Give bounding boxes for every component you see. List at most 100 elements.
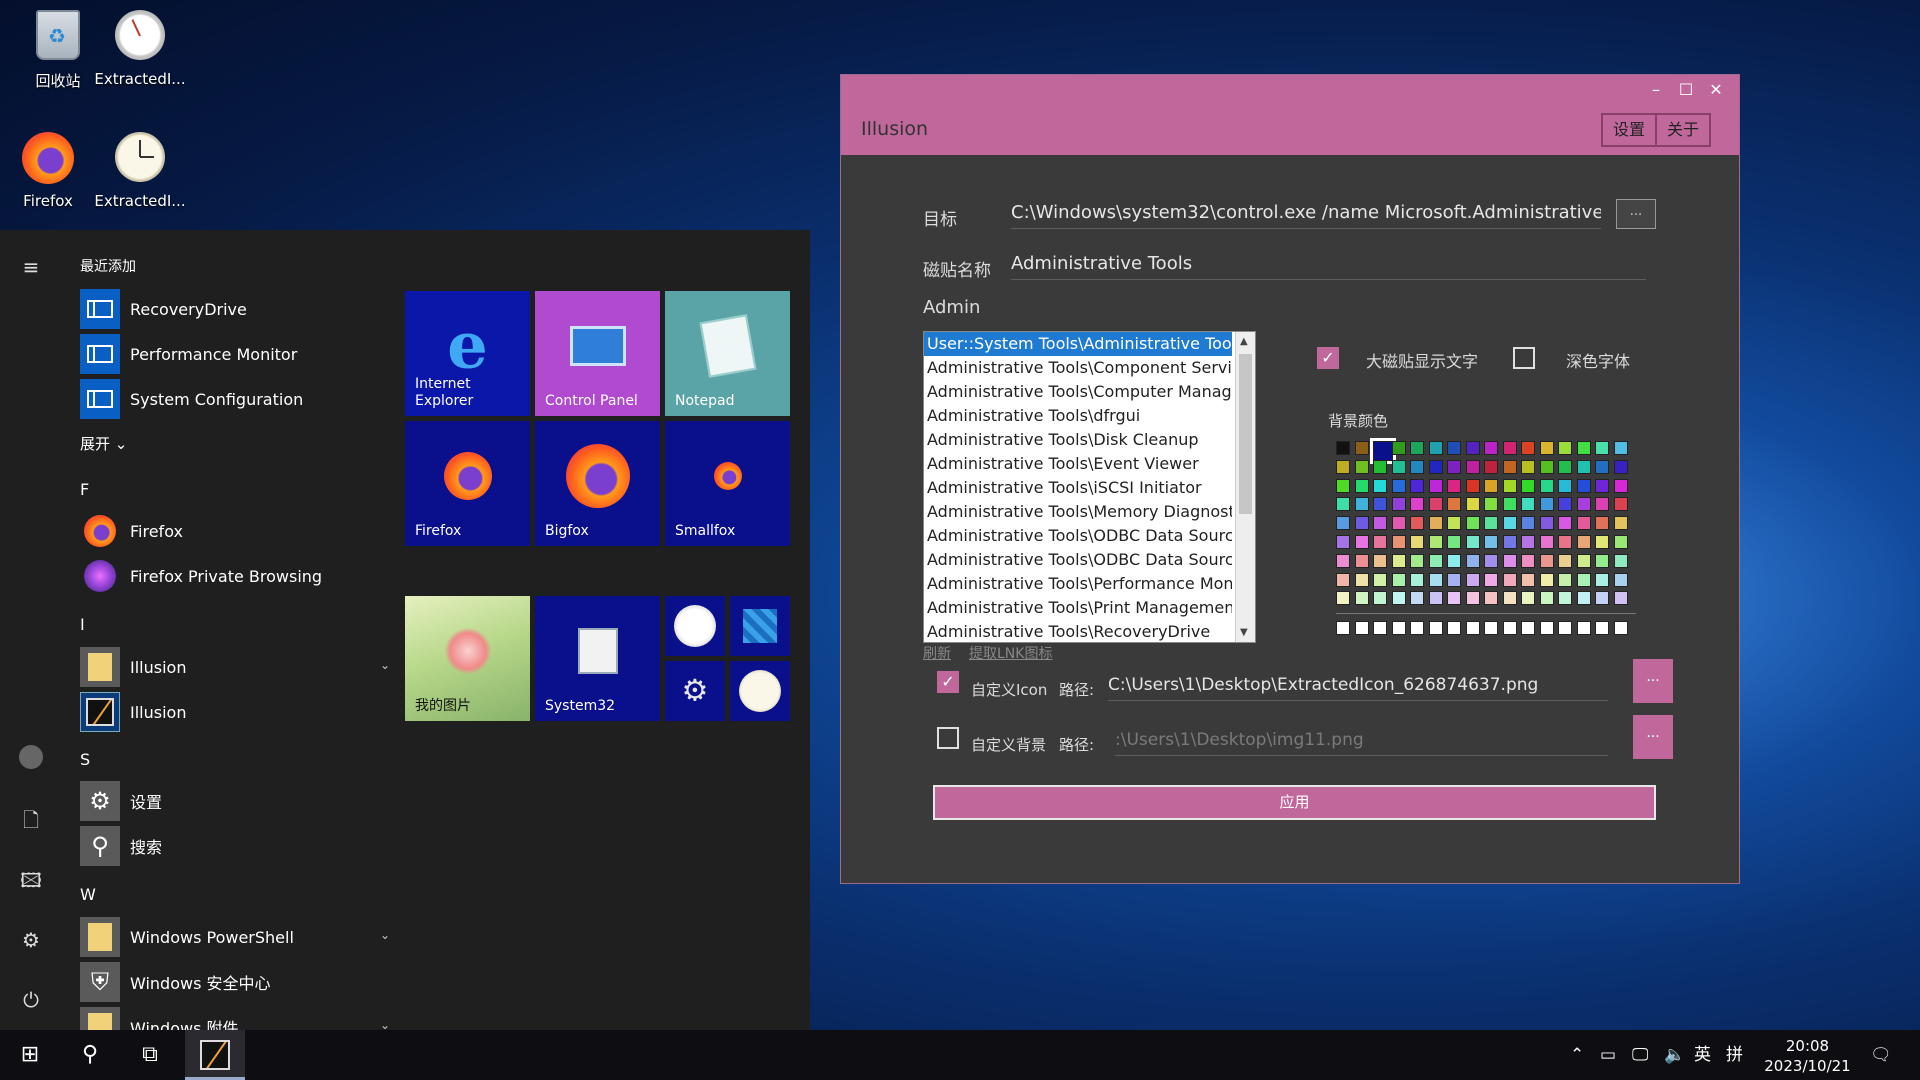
color-swatch[interactable] — [1576, 535, 1591, 549]
color-swatch[interactable] — [1465, 516, 1480, 531]
custom-bg-checkbox[interactable] — [937, 727, 959, 749]
color-swatch[interactable] — [1539, 497, 1554, 512]
section-letter-f[interactable]: F — [80, 480, 89, 499]
color-swatch[interactable] — [1354, 441, 1369, 455]
color-swatch[interactable] — [1428, 591, 1443, 606]
color-swatch[interactable] — [1465, 572, 1480, 587]
custom-color-swatch[interactable] — [1558, 621, 1572, 635]
color-swatch[interactable] — [1447, 441, 1461, 455]
color-swatch[interactable] — [1484, 459, 1498, 474]
list-item[interactable]: Administrative Tools\ODBC Data Source — [924, 524, 1232, 548]
list-item[interactable]: Administrative Tools\RecoveryDrive — [924, 620, 1232, 642]
color-swatch[interactable] — [1484, 497, 1498, 512]
listbox-scrollbar[interactable]: ▲ ▼ — [1235, 332, 1255, 642]
app-windows-powershell[interactable]: Windows PowerShell ⌄ — [80, 916, 390, 958]
list-item[interactable]: User::System Tools\Administrative Tools — [924, 332, 1232, 356]
color-swatch[interactable] — [1576, 459, 1591, 474]
app-recoverydrive[interactable]: RecoveryDrive — [80, 288, 390, 330]
color-swatch[interactable] — [1613, 535, 1628, 549]
tile-system32[interactable]: System32 — [535, 596, 660, 721]
selected-color-swatch[interactable] — [1370, 438, 1396, 464]
color-swatch[interactable] — [1410, 497, 1424, 512]
custom-bg-browse-button[interactable]: ... — [1633, 715, 1673, 759]
settings-button[interactable]: 设置 — [1601, 113, 1657, 147]
list-item[interactable]: Administrative Tools\Performance Moni — [924, 572, 1232, 596]
color-swatch[interactable] — [1410, 553, 1424, 568]
color-swatch[interactable] — [1576, 441, 1591, 455]
custom-color-swatch[interactable] — [1336, 621, 1350, 635]
color-swatch[interactable] — [1558, 535, 1572, 549]
color-swatch[interactable] — [1336, 459, 1350, 474]
list-item[interactable]: Administrative Tools\ODBC Data Source — [924, 548, 1232, 572]
color-swatch[interactable] — [1502, 478, 1517, 493]
color-swatch[interactable] — [1521, 516, 1535, 531]
app-windows-accessories[interactable]: Windows 附件 ⌄ — [80, 1006, 390, 1030]
custom-color-swatch[interactable] — [1465, 621, 1480, 635]
tile-notepad[interactable]: Notepad — [665, 291, 790, 416]
color-swatch[interactable] — [1391, 441, 1406, 455]
color-swatch[interactable] — [1502, 535, 1517, 549]
app-performance-monitor[interactable]: Performance Monitor — [80, 333, 390, 375]
tile-smallfox[interactable]: Smallfox — [665, 421, 790, 546]
color-swatch[interactable] — [1558, 591, 1572, 606]
title-bar[interactable]: – ☐ ✕ — [841, 75, 1739, 105]
color-swatch[interactable] — [1373, 535, 1387, 549]
scroll-up-icon[interactable]: ▲ — [1240, 336, 1248, 347]
dark-font-checkbox[interactable] — [1513, 347, 1535, 369]
color-swatch[interactable] — [1484, 591, 1498, 606]
color-swatch[interactable] — [1336, 516, 1350, 531]
color-swatch[interactable] — [1465, 535, 1480, 549]
color-swatch[interactable] — [1502, 459, 1517, 474]
color-swatch[interactable] — [1502, 591, 1517, 606]
scrollbar-thumb[interactable] — [1239, 354, 1252, 514]
color-swatch[interactable] — [1521, 497, 1535, 512]
color-swatch[interactable] — [1595, 478, 1609, 493]
app-windows-security[interactable]: ⛨ Windows 安全中心 — [80, 961, 390, 1003]
color-swatch[interactable] — [1539, 516, 1554, 531]
color-swatch[interactable] — [1484, 553, 1498, 568]
color-swatch[interactable] — [1428, 478, 1443, 493]
tile-small-gauge[interactable] — [665, 596, 725, 656]
ime-mode[interactable]: 拼 — [1726, 1030, 1743, 1080]
pictures-icon[interactable]: 🖾 — [16, 865, 46, 895]
color-swatch[interactable] — [1391, 572, 1406, 587]
documents-icon[interactable]: 🗋 — [16, 805, 46, 835]
color-swatch[interactable] — [1336, 535, 1350, 549]
color-swatch[interactable] — [1428, 441, 1443, 455]
tile-small-gears[interactable]: ⚙ — [665, 661, 725, 721]
color-swatch[interactable] — [1373, 553, 1387, 568]
desktop-icon-firefox[interactable]: Firefox — [0, 130, 98, 210]
custom-bg-path-input[interactable]: :\Users\1\Desktop\img11.png — [1115, 726, 1608, 756]
task-view-icon[interactable]: ⧉ — [120, 1030, 180, 1080]
color-swatch[interactable] — [1484, 478, 1498, 493]
color-swatch[interactable] — [1539, 572, 1554, 587]
custom-color-swatch[interactable] — [1613, 621, 1628, 635]
color-swatch[interactable] — [1354, 535, 1369, 549]
custom-color-swatch[interactable] — [1410, 621, 1424, 635]
color-swatch[interactable] — [1521, 535, 1535, 549]
app-illusion[interactable]: Illusion — [80, 691, 390, 733]
list-item[interactable]: Administrative Tools\iSCSI Initiator — [924, 476, 1232, 500]
color-swatch[interactable] — [1428, 572, 1443, 587]
color-swatch[interactable] — [1484, 572, 1498, 587]
color-swatch[interactable] — [1391, 497, 1406, 512]
list-item[interactable]: Administrative Tools\Computer Manage — [924, 380, 1232, 404]
list-item[interactable]: Administrative Tools\Event Viewer — [924, 452, 1232, 476]
custom-icon-path-input[interactable]: C:\Users\1\Desktop\ExtractedIcon_6268746… — [1108, 671, 1608, 701]
color-swatch[interactable] — [1595, 535, 1609, 549]
color-swatch[interactable] — [1428, 553, 1443, 568]
desktop-icon-extracted-1[interactable]: ExtractedI... — [90, 8, 190, 88]
color-swatch[interactable] — [1373, 591, 1387, 606]
color-swatch[interactable] — [1558, 441, 1572, 455]
tile-name-input[interactable]: Administrative Tools — [1011, 250, 1646, 280]
color-swatch[interactable] — [1447, 591, 1461, 606]
color-swatch[interactable] — [1613, 516, 1628, 531]
color-swatch[interactable] — [1558, 553, 1572, 568]
taskbar-illusion-app[interactable] — [185, 1030, 245, 1080]
settings-gear-icon[interactable]: ⚙ — [16, 925, 46, 955]
color-swatch[interactable] — [1354, 591, 1369, 606]
color-swatch[interactable] — [1613, 553, 1628, 568]
section-letter-i[interactable]: I — [80, 615, 85, 634]
color-swatch[interactable] — [1428, 459, 1443, 474]
custom-color-swatch[interactable] — [1521, 621, 1535, 635]
